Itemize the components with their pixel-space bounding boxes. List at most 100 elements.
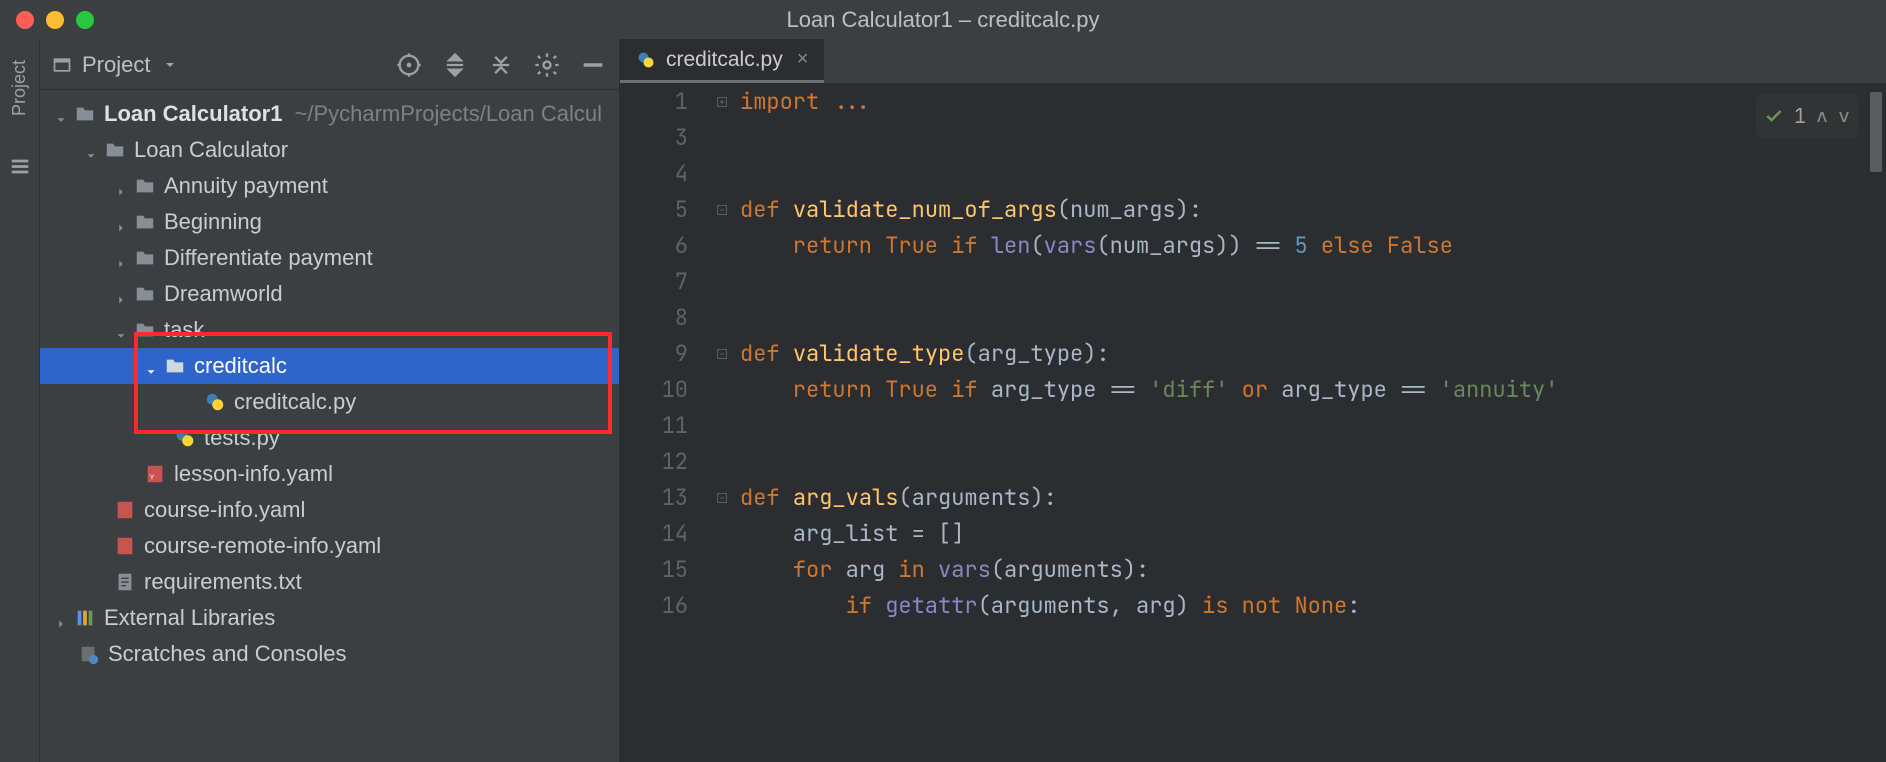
tree-item-creditcalc-dir[interactable]: creditcalc bbox=[40, 348, 619, 384]
hide-panel-icon[interactable] bbox=[579, 51, 607, 79]
folder-icon bbox=[134, 319, 156, 341]
line-number: 9 bbox=[620, 336, 688, 372]
code-text: is not bbox=[1202, 591, 1294, 620]
chevron-right-icon bbox=[114, 179, 128, 193]
close-window-button[interactable] bbox=[16, 11, 34, 29]
fold-collapsed-icon[interactable] bbox=[710, 84, 734, 120]
tree-item[interactable]: Differentiate payment bbox=[40, 240, 619, 276]
window-title: Loan Calculator1 – creditcalc.py bbox=[786, 7, 1099, 33]
zoom-window-button[interactable] bbox=[76, 11, 94, 29]
tree-label: course-remote-info.yaml bbox=[144, 533, 381, 559]
tree-item[interactable]: course-info.yaml bbox=[40, 492, 619, 528]
chevron-right-icon bbox=[114, 251, 128, 265]
minimize-window-button[interactable] bbox=[46, 11, 64, 29]
line-number: 6 bbox=[620, 228, 688, 264]
inspection-count: 1 bbox=[1794, 98, 1806, 134]
structure-tool-icon[interactable] bbox=[9, 156, 31, 178]
code-text: arg) bbox=[1136, 591, 1202, 620]
code-text: vars bbox=[1044, 231, 1097, 260]
tree-label: Annuity payment bbox=[164, 173, 328, 199]
code-text: def bbox=[740, 483, 793, 512]
tree-item-external[interactable]: External Libraries bbox=[40, 600, 619, 636]
tree-label: task bbox=[164, 317, 204, 343]
chevron-right-icon bbox=[114, 215, 128, 229]
collapse-all-icon[interactable] bbox=[487, 51, 515, 79]
code-text: validate_num_of_args bbox=[793, 195, 1057, 224]
tool-window-rail: Project bbox=[0, 40, 40, 762]
scratches-icon bbox=[78, 643, 100, 665]
tree-item-creditcalc-py[interactable]: creditcalc.py bbox=[40, 384, 619, 420]
code-text bbox=[740, 156, 1886, 192]
next-highlight-icon[interactable]: ∨ bbox=[1838, 98, 1850, 134]
code-text: arg_vals bbox=[793, 483, 899, 512]
tree-item[interactable]: Annuity payment bbox=[40, 168, 619, 204]
code-text: if bbox=[951, 375, 991, 404]
code-text: (num_args): bbox=[1057, 195, 1202, 224]
code-text: arg bbox=[846, 555, 899, 584]
prev-highlight-icon[interactable]: ∧ bbox=[1816, 98, 1828, 134]
vertical-scrollbar[interactable] bbox=[1870, 92, 1882, 172]
tree-item[interactable]: Y lesson-info.yaml bbox=[40, 456, 619, 492]
line-number: 11 bbox=[620, 408, 688, 444]
settings-gear-icon[interactable] bbox=[533, 51, 561, 79]
code-content[interactable]: import ... def validate_num_of_args(num_… bbox=[734, 84, 1886, 762]
line-number: 3 bbox=[620, 120, 688, 156]
project-tool-tab[interactable]: Project bbox=[9, 60, 30, 116]
line-number: 8 bbox=[620, 300, 688, 336]
close-tab-icon[interactable]: × bbox=[797, 48, 809, 71]
line-number: 1 bbox=[620, 84, 688, 120]
tree-label: creditcalc.py bbox=[234, 389, 356, 415]
expand-all-icon[interactable] bbox=[441, 51, 469, 79]
tree-item[interactable]: course-remote-info.yaml bbox=[40, 528, 619, 564]
tree-item-task[interactable]: task bbox=[40, 312, 619, 348]
tree-item[interactable]: Beginning bbox=[40, 204, 619, 240]
checkmark-icon bbox=[1764, 106, 1784, 126]
tree-label: requirements.txt bbox=[144, 569, 302, 595]
inspection-widget[interactable]: 1 ∧ ∨ bbox=[1756, 94, 1858, 138]
line-number: 14 bbox=[620, 516, 688, 552]
code-text: if bbox=[740, 591, 885, 620]
code-text bbox=[740, 300, 1886, 336]
folder-icon bbox=[134, 283, 156, 305]
tree-root[interactable]: Loan Calculator1 ~/PycharmProjects/Loan … bbox=[40, 96, 619, 132]
code-text: import ... bbox=[740, 87, 872, 116]
project-panel: Project Loan Calculator1 ~/PycharmProjec… bbox=[40, 40, 620, 762]
editor-area: creditcalc.py × 1 3 4 5 6 7 8 9 10 11 12… bbox=[620, 40, 1886, 762]
tree-item[interactable]: Dreamworld bbox=[40, 276, 619, 312]
library-icon bbox=[74, 607, 96, 629]
tree-label: course-info.yaml bbox=[144, 497, 305, 523]
folder-icon bbox=[134, 247, 156, 269]
code-text: 'annuity' bbox=[1440, 375, 1559, 404]
window-controls bbox=[16, 11, 94, 29]
locate-file-icon[interactable] bbox=[395, 51, 423, 79]
line-number: 12 bbox=[620, 444, 688, 480]
tree-item[interactable]: tests.py bbox=[40, 420, 619, 456]
project-view-dropdown-icon[interactable] bbox=[162, 57, 178, 73]
python-file-icon bbox=[636, 50, 656, 70]
code-text bbox=[740, 264, 1886, 300]
code-text: return bbox=[740, 231, 885, 260]
tree-item-scratches[interactable]: Scratches and Consoles bbox=[40, 636, 619, 672]
code-text: True bbox=[885, 375, 951, 404]
code-text: False bbox=[1387, 231, 1453, 260]
code-editor[interactable]: 1 3 4 5 6 7 8 9 10 11 12 13 14 15 16 bbox=[620, 84, 1886, 762]
tree-item[interactable]: Loan Calculator bbox=[40, 132, 619, 168]
line-number: 5 bbox=[620, 192, 688, 228]
fold-open-icon[interactable] bbox=[710, 336, 734, 372]
folder-icon bbox=[134, 211, 156, 233]
tree-label: tests.py bbox=[204, 425, 280, 451]
chevron-right-icon bbox=[54, 611, 68, 625]
editor-tab[interactable]: creditcalc.py × bbox=[620, 39, 824, 83]
code-text: def bbox=[740, 339, 793, 368]
fold-open-icon[interactable] bbox=[710, 192, 734, 228]
tree-label: Loan Calculator1 bbox=[104, 101, 282, 127]
title-bar: Loan Calculator1 – creditcalc.py bbox=[0, 0, 1886, 40]
fold-open-icon[interactable] bbox=[710, 480, 734, 516]
chevron-down-icon bbox=[54, 107, 68, 121]
fold-column bbox=[710, 84, 734, 762]
text-file-icon bbox=[114, 571, 136, 593]
tree-label: Loan Calculator bbox=[134, 137, 288, 163]
tree-item[interactable]: requirements.txt bbox=[40, 564, 619, 600]
code-text bbox=[740, 120, 1886, 156]
line-number: 10 bbox=[620, 372, 688, 408]
